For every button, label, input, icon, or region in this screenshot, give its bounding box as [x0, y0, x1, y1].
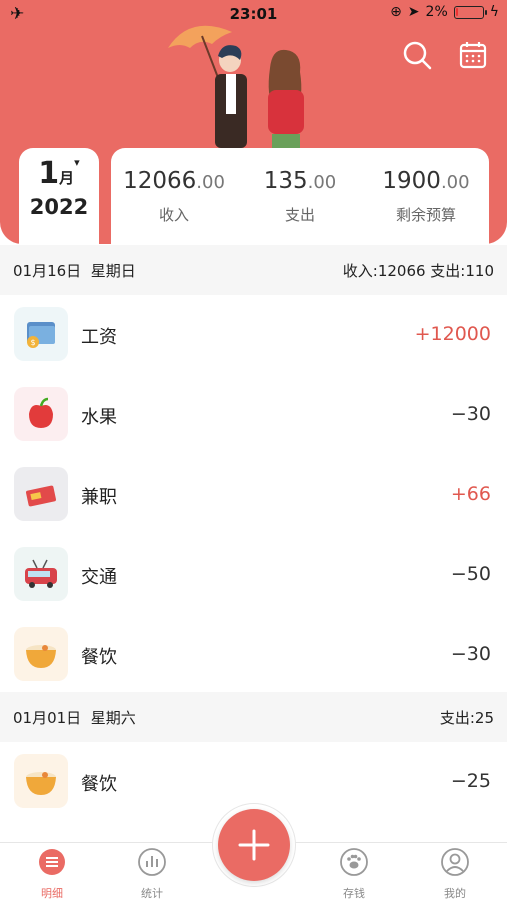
month-display: 1月▾ [38, 156, 80, 191]
day-totals: 收入:12066 支出:110 [342, 261, 494, 280]
list-item[interactable]: 水果 −30 [0, 375, 507, 455]
budget-label: 剩余预算 [395, 206, 456, 224]
orientation-lock-icon: ⊕ [390, 4, 402, 20]
budget-summary: 1900.00 剩余预算 [363, 148, 489, 244]
list-item[interactable]: 兼职 +66 [0, 455, 507, 535]
tab-savings[interactable]: 存钱 [314, 847, 394, 900]
income-value: 12066 [123, 168, 197, 194]
day-weekday: 星期日 [90, 261, 136, 280]
couple-umbrella-illustration [168, 25, 304, 148]
expense-value: 135 [263, 168, 308, 194]
item-name: 水果 [81, 407, 117, 428]
tab-label: 存钱 [343, 887, 365, 900]
search-icon[interactable] [400, 38, 434, 72]
user-icon [441, 848, 469, 876]
summary-card: 12066.00 收入 135.00 支出 1900.00 剩余预算 [111, 148, 489, 244]
apple-icon [14, 387, 68, 441]
list-item[interactable]: $ 工资 +12000 [0, 295, 507, 375]
list-item[interactable]: 餐饮 −30 [0, 615, 507, 695]
item-name: 餐饮 [81, 647, 117, 668]
bus-icon [14, 547, 68, 601]
day-date: 01月01日 [13, 708, 82, 727]
dropdown-caret-icon: ▾ [74, 156, 80, 169]
svg-text:$: $ [30, 338, 35, 347]
day-header: 01月01日 星期六 支出:25 [0, 692, 507, 742]
item-amount: +12000 [414, 323, 491, 345]
tab-statistics[interactable]: 统计 [112, 847, 192, 900]
tab-label: 我的 [444, 887, 466, 900]
budget-value: 1900 [382, 168, 441, 194]
tab-profile[interactable]: 我的 [415, 847, 495, 900]
day-weekday: 星期六 [90, 708, 136, 727]
noodle-bowl-icon [14, 754, 68, 808]
item-amount: −25 [450, 770, 491, 792]
item-name: 工资 [81, 327, 117, 348]
item-amount: −50 [450, 563, 491, 585]
calendar-icon[interactable] [456, 38, 490, 72]
day-totals: 支出:25 [439, 708, 494, 727]
day-header: 01月16日 星期日 收入:12066 支出:110 [0, 245, 507, 295]
battery-icon [453, 5, 487, 19]
cash-icon [14, 467, 68, 521]
item-name: 餐饮 [81, 774, 117, 795]
battery-percent: 2% [425, 4, 448, 20]
income-label: 收入 [158, 206, 189, 224]
tab-details[interactable]: 明细 [12, 847, 92, 900]
list-icon [39, 849, 65, 875]
year-display: 2022 [29, 195, 89, 219]
location-icon: ➤ [407, 4, 420, 20]
item-amount: −30 [450, 643, 491, 665]
item-amount: +66 [450, 483, 491, 505]
item-name: 兼职 [81, 487, 117, 508]
plus-icon [238, 829, 270, 861]
paw-icon [340, 848, 368, 876]
chart-icon [138, 848, 166, 876]
add-record-button[interactable] [218, 809, 290, 881]
wallet-icon: $ [14, 307, 68, 361]
month-selector[interactable]: 1月▾ 2022 [19, 148, 99, 244]
tab-label: 统计 [141, 887, 163, 900]
expense-label: 支出 [284, 206, 315, 224]
income-summary: 12066.00 收入 [111, 148, 237, 244]
list-item[interactable]: 交通 −50 [0, 535, 507, 615]
item-name: 交通 [81, 567, 117, 588]
charging-icon: ϟ [489, 4, 499, 20]
expense-summary: 135.00 支出 [237, 148, 363, 244]
item-amount: −30 [450, 403, 491, 425]
noodle-bowl-icon [14, 627, 68, 681]
day-date: 01月16日 [13, 261, 82, 280]
tab-label: 明细 [41, 887, 63, 900]
header-banner: ✈ 23:01 ⊕ ➤ 2% ϟ 1月▾ 2022 12066.00 收入 13… [0, 0, 507, 244]
